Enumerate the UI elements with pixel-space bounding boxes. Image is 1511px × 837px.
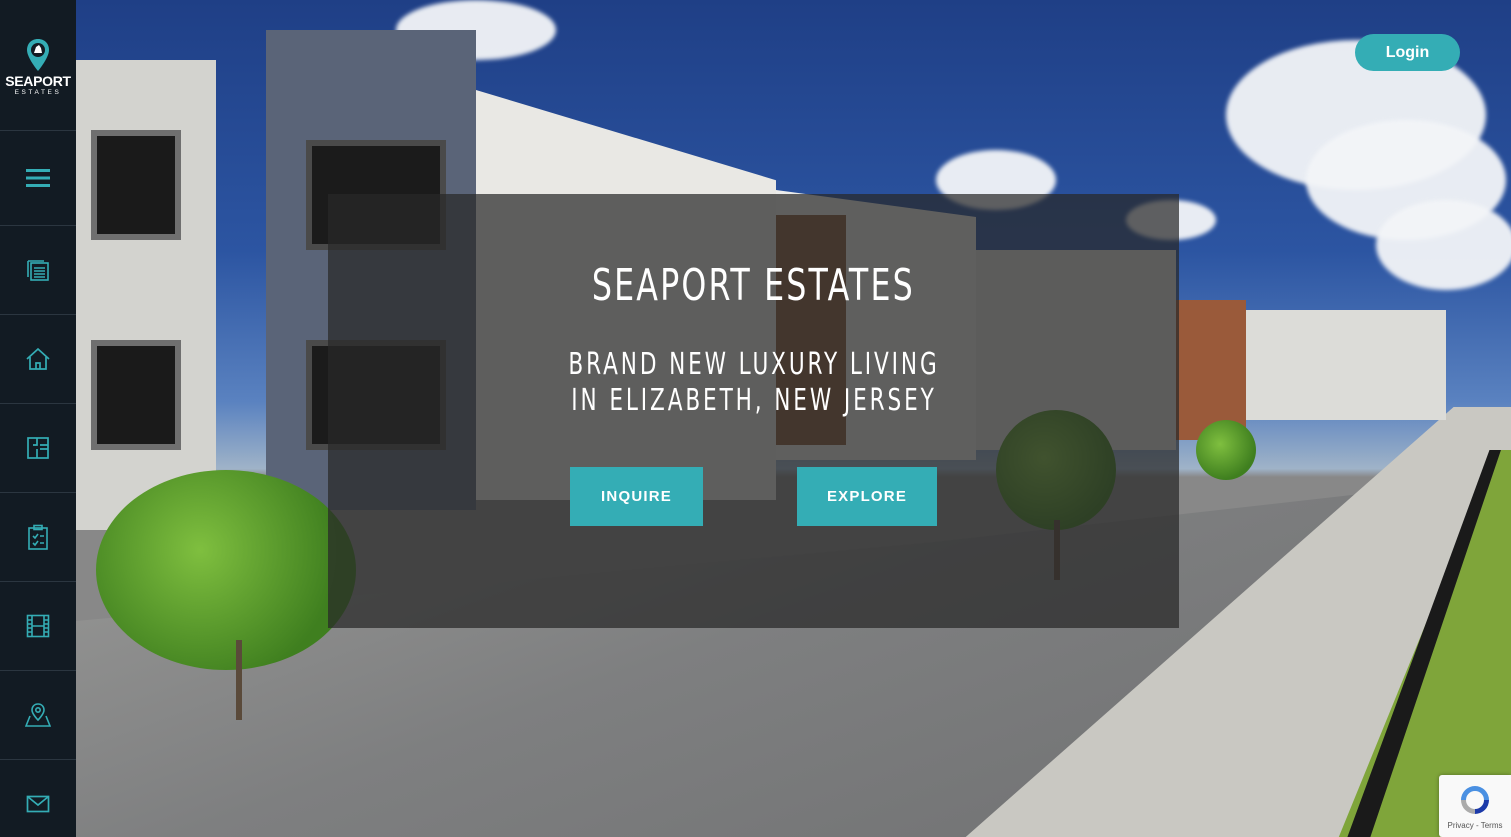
recaptcha-links[interactable]: Privacy - Terms <box>1448 821 1503 830</box>
clipboard-checklist-icon <box>28 524 48 550</box>
hero-subtitle: BRAND NEW LUXURY LIVING IN ELIZABETH, NE… <box>567 347 940 418</box>
hero-card: SEAPORT ESTATES BRAND NEW LUXURY LIVING … <box>328 194 1179 628</box>
hamburger-menu-icon <box>26 169 50 187</box>
sidebar-item-features[interactable] <box>0 493 76 582</box>
sidebar-item-menu[interactable] <box>0 131 76 226</box>
brand-logo[interactable]: SEAPORT ESTATES <box>0 0 76 131</box>
location-pin-logo-icon <box>27 38 49 71</box>
envelope-icon <box>26 795 50 813</box>
sidebar-item-overview[interactable] <box>0 226 76 315</box>
sidebar-item-floor-plans[interactable] <box>0 404 76 493</box>
login-button[interactable]: Login <box>1355 34 1460 71</box>
film-icon <box>26 614 50 638</box>
floor-plan-icon <box>27 437 49 459</box>
hero-title: SEAPORT ESTATES <box>591 260 916 311</box>
sidebar: SEAPORT ESTATES <box>0 0 76 837</box>
sidebar-item-home[interactable] <box>0 315 76 404</box>
explore-button[interactable]: EXPLORE <box>797 467 937 526</box>
hero-actions: INQUIRE EXPLORE <box>570 467 937 526</box>
document-list-icon <box>27 260 49 281</box>
logo-subtitle: ESTATES <box>14 88 62 96</box>
sidebar-item-gallery[interactable] <box>0 582 76 671</box>
sidebar-item-location[interactable] <box>0 671 76 760</box>
recaptcha-badge[interactable]: Privacy - Terms <box>1439 775 1511 837</box>
recaptcha-icon <box>1461 786 1489 814</box>
inquire-button[interactable]: INQUIRE <box>570 467 703 526</box>
sidebar-item-contact[interactable] <box>0 760 76 837</box>
home-icon <box>26 347 50 370</box>
logo-title: SEAPORT <box>5 72 71 89</box>
map-location-icon <box>25 703 51 727</box>
